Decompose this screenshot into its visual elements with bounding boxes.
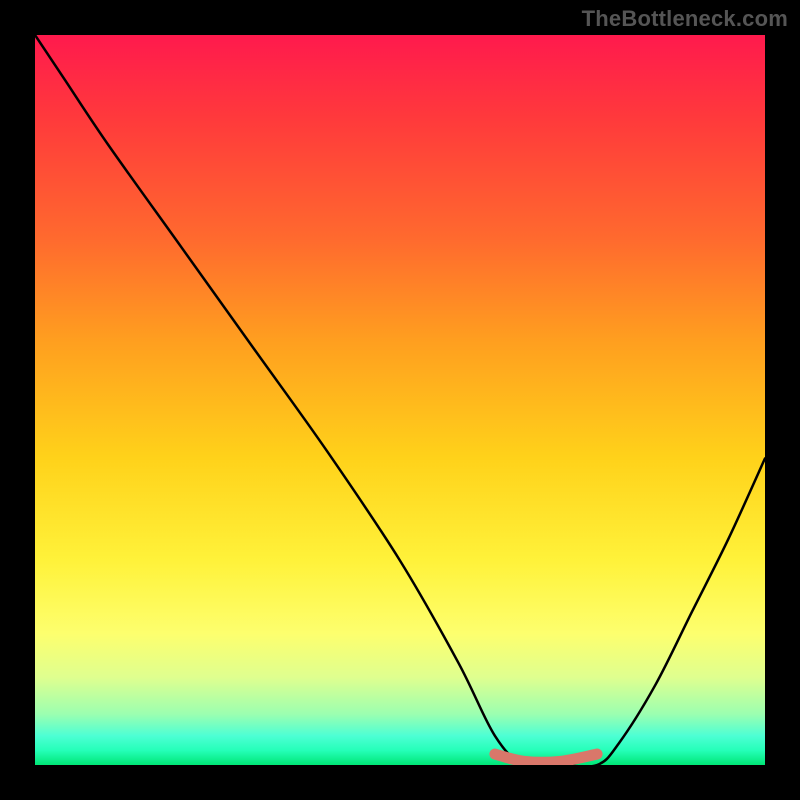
curve-svg: [35, 35, 765, 765]
optimal-band-path: [495, 754, 597, 762]
chart-frame: TheBottleneck.com: [0, 0, 800, 800]
bottleneck-curve-path: [35, 35, 765, 765]
plot-area: [35, 35, 765, 765]
watermark-text: TheBottleneck.com: [582, 6, 788, 32]
